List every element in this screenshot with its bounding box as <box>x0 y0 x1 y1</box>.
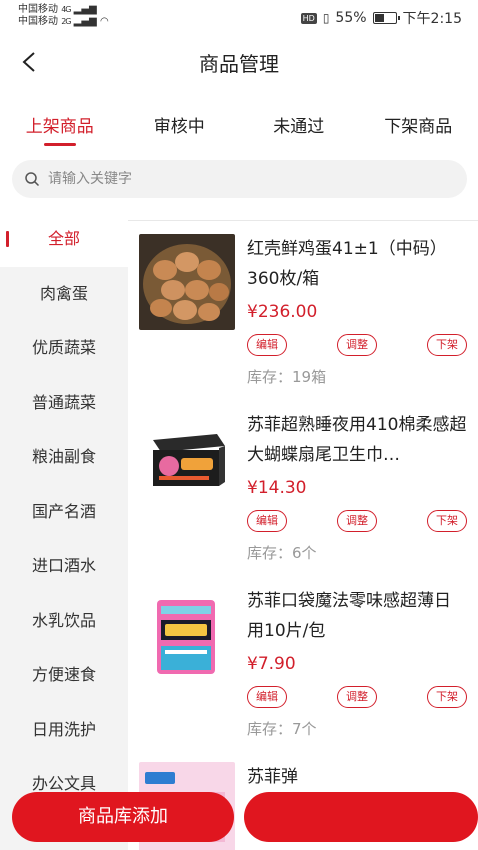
category-regular-vegetables[interactable]: 普通蔬菜 <box>0 376 128 431</box>
category-dairy-beverages[interactable]: 水乳饮品 <box>0 594 128 649</box>
tab-label: 下架商品 <box>384 117 453 137</box>
status-bar: 中国移动 4G ▂▄▆ 中国移动 2G ▂▄▆ ◠ HD ▯ 55% 下午2:1… <box>0 0 478 34</box>
category-instant-food[interactable]: 方便速食 <box>0 648 128 703</box>
hd-icon: HD <box>300 12 317 24</box>
eggs-image <box>139 234 235 330</box>
category-label: 办公文具 <box>31 774 96 793</box>
battery-fill <box>374 14 385 22</box>
vibrate-icon: ▯ <box>322 11 330 25</box>
category-label: 全部 <box>47 229 80 248</box>
sanitary-pad-box-image <box>139 410 235 506</box>
product-price: ¥236.00 <box>247 302 318 322</box>
carrier-info: 中国移动 4G ▂▄▆ 中国移动 2G ▂▄▆ ◠ <box>18 4 109 28</box>
add-product-button[interactable] <box>244 792 478 842</box>
product-actions: 编辑 调整 下架 <box>247 686 467 708</box>
category-label: 普通蔬菜 <box>31 392 96 412</box>
tab-off-shelf[interactable]: 下架商品 <box>359 96 478 152</box>
tab-bar: 上架商品 审核中 未通过 下架商品 <box>0 96 478 152</box>
product-actions: 编辑 调整 下架 <box>247 510 467 532</box>
category-premium-vegetables[interactable]: 优质蔬菜 <box>0 321 128 376</box>
battery-percent: 55% <box>335 10 367 26</box>
category-label: 国产名酒 <box>31 501 96 521</box>
wifi-icon: ◠ <box>99 16 109 27</box>
clock: 下午2:15 <box>402 11 462 27</box>
product-stock: 库存：19箱 <box>247 368 327 386</box>
off-shelf-button[interactable]: 下架 <box>427 510 467 532</box>
signal-bars-icon-2: ▂▄▆ <box>73 16 97 27</box>
category-label: 日用洗护 <box>31 719 96 739</box>
edit-button[interactable]: 编辑 <box>247 510 287 532</box>
product-stock: 库存：6个 <box>247 544 317 562</box>
adjust-button[interactable]: 调整 <box>337 334 377 356</box>
tab-label: 未通过 <box>273 117 325 137</box>
search-icon <box>25 172 40 187</box>
category-meat-poultry-eggs[interactable]: 肉禽蛋 <box>0 267 128 322</box>
category-label: 水乳饮品 <box>31 610 96 630</box>
tab-label: 上架商品 <box>25 117 94 137</box>
edit-button[interactable]: 编辑 <box>247 686 287 708</box>
adjust-button[interactable]: 调整 <box>337 686 377 708</box>
active-tab-indicator <box>43 143 76 146</box>
category-domestic-liquor[interactable]: 国产名酒 <box>0 485 128 540</box>
tab-on-shelf[interactable]: 上架商品 <box>0 96 120 152</box>
category-label: 肉禽蛋 <box>39 283 88 303</box>
category-grain-oil[interactable]: 粮油副食 <box>0 430 128 485</box>
adjust-button[interactable]: 调整 <box>337 510 377 532</box>
tab-rejected[interactable]: 未通过 <box>239 96 359 152</box>
product-name: 苏菲超熟睡夜用410棉柔感超大蝴蝶扇尾卫生巾… <box>247 415 467 465</box>
category-daily-care[interactable]: 日用洗护 <box>0 703 128 758</box>
carrier-1: 中国移动 <box>18 4 58 15</box>
category-sidebar: 全部 肉禽蛋 优质蔬菜 普通蔬菜 粮油副食 国产名酒 进口酒水 水乳饮品 方便速… <box>0 212 128 850</box>
carrier-2: 中国移动 <box>18 16 58 27</box>
product-name: 红壳鲜鸡蛋41±1（中码）360枚/箱 <box>247 239 447 289</box>
active-category-marker <box>6 231 9 247</box>
list-divider <box>128 220 478 221</box>
header: 商品管理 <box>0 38 478 86</box>
product-price: ¥14.30 <box>247 478 307 498</box>
add-from-library-button[interactable]: 商品库添加 <box>12 792 234 842</box>
off-shelf-button[interactable]: 下架 <box>427 686 467 708</box>
category-label: 进口酒水 <box>31 556 96 575</box>
tab-label: 审核中 <box>153 117 205 137</box>
category-label: 粮油副食 <box>31 447 96 466</box>
product-actions: 编辑 调整 下架 <box>247 334 467 356</box>
status-right: HD ▯ 55% 下午2:15 <box>300 8 462 28</box>
category-all[interactable]: 全部 <box>0 212 128 267</box>
battery-icon <box>372 12 400 24</box>
sanitary-pad-pack-image <box>139 586 235 682</box>
search-input[interactable] <box>48 171 428 187</box>
signal-1: 4G <box>61 5 71 14</box>
product-name: 苏菲口袋魔法零味感超薄日用10片/包 <box>247 591 451 641</box>
category-label: 优质蔬菜 <box>31 338 96 357</box>
signal-2: 2G <box>61 17 71 26</box>
product-price: ¥7.90 <box>247 654 296 674</box>
page-title: 商品管理 <box>199 52 279 76</box>
off-shelf-button[interactable]: 下架 <box>427 334 467 356</box>
category-label: 方便速食 <box>31 665 96 684</box>
edit-button[interactable]: 编辑 <box>247 334 287 356</box>
category-imported-drinks[interactable]: 进口酒水 <box>0 539 128 594</box>
search-bar <box>12 160 467 198</box>
product-stock: 库存：7个 <box>247 720 317 738</box>
signal-bars-icon: ▂▄▆ <box>73 4 97 15</box>
product-list: 红壳鲜鸡蛋41±1（中码）360枚/箱 ¥236.00 编辑 调整 下架 库存：… <box>128 222 478 850</box>
tab-under-review[interactable]: 审核中 <box>120 96 240 152</box>
